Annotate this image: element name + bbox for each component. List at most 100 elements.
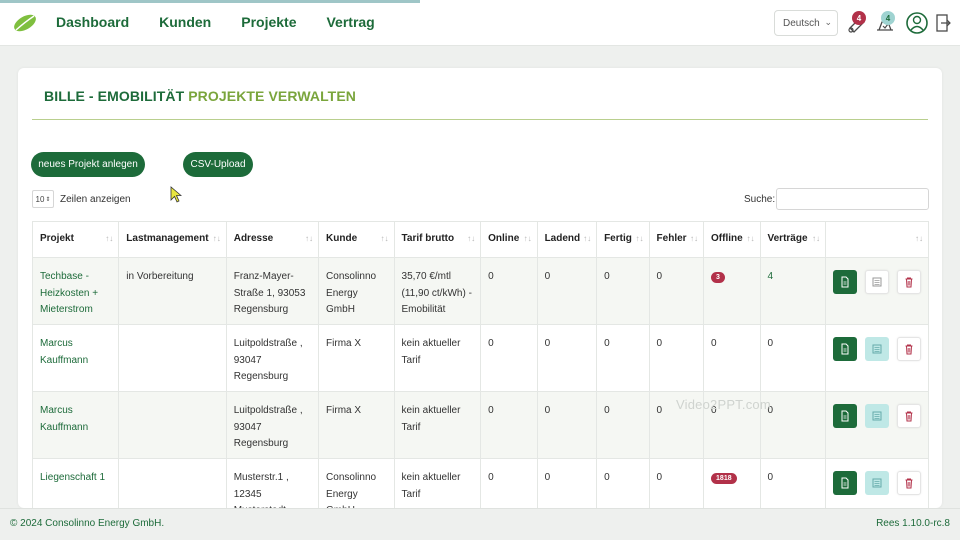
csv-upload-button[interactable]: CSV-Upload [183, 152, 253, 177]
col-header-fertig[interactable]: Fertig ↑↓ [596, 221, 650, 258]
cell-adresse: Franz-Mayer-Straße 1, 93053 Regensburg [225, 257, 320, 325]
chevron-down-icon: ⌄ [824, 17, 832, 27]
list-button[interactable] [864, 471, 889, 495]
list-icon [872, 411, 882, 421]
language-select[interactable]: Deutsch ⌄ [774, 10, 838, 36]
col-header-lastmanagement[interactable]: Lastmanagement ↑↓ [118, 221, 227, 258]
cell-adresse: Luitpoldstraße , 93047 Regensburg [225, 324, 320, 392]
cell-ladend: 0 [536, 324, 598, 392]
cell-adresse: Musterstr.1 , 12345 Musterstadt [225, 458, 320, 508]
cell-tarif: kein aktueller Tarif [393, 391, 482, 459]
leaf-logo-icon[interactable] [12, 12, 38, 34]
cell-tarif: kein aktueller Tarif [393, 458, 482, 508]
logout-icon[interactable] [934, 12, 952, 34]
nav-projekte[interactable]: Projekte [241, 14, 296, 30]
col-header-actions[interactable]: ↑↓ [824, 221, 930, 258]
delete-button[interactable] [896, 270, 921, 294]
user-icon[interactable] [905, 11, 929, 35]
col-header-online[interactable]: Online ↑↓ [480, 221, 538, 258]
cell-vertraege: 0 [759, 324, 826, 392]
cell-vertraege: 4 [759, 257, 826, 325]
col-header-fehler[interactable]: Fehler ↑↓ [648, 221, 705, 258]
search-label: Suche: [744, 194, 776, 205]
trash-icon [905, 478, 913, 489]
cell-adresse: Luitpoldstraße , 93047 Regensburg [225, 391, 320, 459]
cell-ladend: 0 [536, 391, 598, 459]
cell-fertig: 0 [596, 257, 650, 325]
rows-label: Zeilen anzeigen [60, 193, 131, 205]
cell-tarif: kein aktueller Tarif [393, 324, 482, 392]
cell-lastmanagement: in Vorbereitung [118, 257, 227, 325]
trash-icon [905, 411, 913, 422]
list-icon [872, 277, 882, 287]
delete-button[interactable] [896, 404, 921, 428]
pdf-button[interactable] [832, 270, 857, 294]
list-button[interactable] [864, 270, 889, 294]
cell-lastmanagement [118, 324, 227, 392]
cell-online: 0 [480, 391, 538, 459]
cell-ladend: 0 [536, 458, 598, 508]
document-icon [841, 276, 849, 288]
cell-fehler: 0 [648, 458, 705, 508]
cell-fehler: 0 [648, 257, 705, 325]
rows-per-page: 10 ⇕ Zeilen anzeigen [32, 190, 131, 208]
alert-badge: 4 [881, 11, 895, 25]
document-icon [841, 477, 849, 489]
delete-button[interactable] [896, 337, 921, 361]
project-link[interactable]: Marcus Kauffmann [40, 338, 88, 366]
cell-vertraege: 0 [759, 458, 826, 508]
table-header-row: Projekt ↑↓ Lastmanagement ↑↓ Adresse ↑↓ Kun… [31, 221, 930, 258]
document-icon [841, 410, 849, 422]
title-divider [32, 119, 928, 120]
cell-online: 0 [480, 458, 538, 508]
table-row: Liegenschaft 1 Musterstr.1 , 12345 Muste… [31, 458, 930, 508]
cell-actions [824, 391, 930, 459]
trash-icon [905, 277, 913, 288]
col-header-adresse[interactable]: Adresse ↑↓ [225, 221, 320, 258]
rows-select[interactable]: 10 ⇕ [32, 190, 54, 208]
col-header-tarif[interactable]: Tarif brutto ↑↓ [393, 221, 482, 258]
search-input[interactable] [776, 188, 929, 210]
delete-button[interactable] [896, 471, 921, 495]
project-link[interactable]: Marcus Kauffmann [40, 405, 88, 433]
nav-dashboard[interactable]: Dashboard [56, 14, 129, 30]
project-link[interactable]: Liegenschaft 1 [40, 472, 105, 483]
cell-kunde: Consolinno Energy GmbH [318, 257, 395, 325]
table-row: Marcus Kauffmann Luitpoldstraße , 93047 … [31, 324, 930, 392]
loading-bar [0, 0, 420, 3]
project-link[interactable]: Techbase - Heizkosten + Mieterstrom [40, 271, 98, 315]
footer-copyright: © 2024 Consolinno Energy GmbH. [10, 518, 165, 529]
cell-kunde: Firma X [318, 391, 395, 459]
pdf-button[interactable] [832, 404, 857, 428]
list-button[interactable] [864, 337, 889, 361]
cell-fertig: 0 [596, 324, 650, 392]
cell-fertig: 0 [596, 391, 650, 459]
col-header-vertraege[interactable]: Verträge ↑↓ [759, 221, 826, 258]
cell-offline: 0 [703, 324, 761, 392]
trash-icon [905, 344, 913, 355]
new-project-button[interactable]: neues Projekt anlegen [31, 152, 145, 177]
mouse-cursor-icon [170, 186, 182, 203]
cell-online: 0 [480, 257, 538, 325]
projects-card: BILLE - EMOBILITÄT PROJEKTE VERWALTEN ne… [18, 68, 942, 508]
projects-table: Projekt ↑↓ Lastmanagement ↑↓ Adresse ↑↓ Kun… [31, 221, 930, 508]
list-button[interactable] [864, 404, 889, 428]
table-row: Marcus Kauffmann Luitpoldstraße , 93047 … [31, 391, 930, 459]
language-value: Deutsch [783, 17, 820, 29]
page-title-part1: BILLE - EMOBILITÄT [44, 88, 185, 104]
page-title-part2: PROJEKTE VERWALTEN [188, 88, 356, 104]
nav-kunden[interactable]: Kunden [159, 14, 211, 30]
nav-vertrag[interactable]: Vertrag [326, 14, 374, 30]
notification-badge: 4 [852, 11, 866, 25]
col-header-projekt[interactable]: Projekt ↑↓ [31, 221, 120, 258]
cell-actions [824, 458, 930, 508]
watermark: Video2PPT.com [676, 397, 771, 412]
pdf-button[interactable] [832, 337, 857, 361]
col-header-offline[interactable]: Offline ↑↓ [703, 221, 761, 258]
col-header-ladend[interactable]: Ladend ↑↓ [536, 221, 598, 258]
cell-lastmanagement [118, 458, 227, 508]
cell-tarif: 35,70 €/mtl (11,90 ct/kWh) - Emobilität [393, 257, 482, 325]
pdf-button[interactable] [832, 471, 857, 495]
col-header-kunde[interactable]: Kunde ↑↓ [318, 221, 395, 258]
cell-kunde: Firma X [318, 324, 395, 392]
